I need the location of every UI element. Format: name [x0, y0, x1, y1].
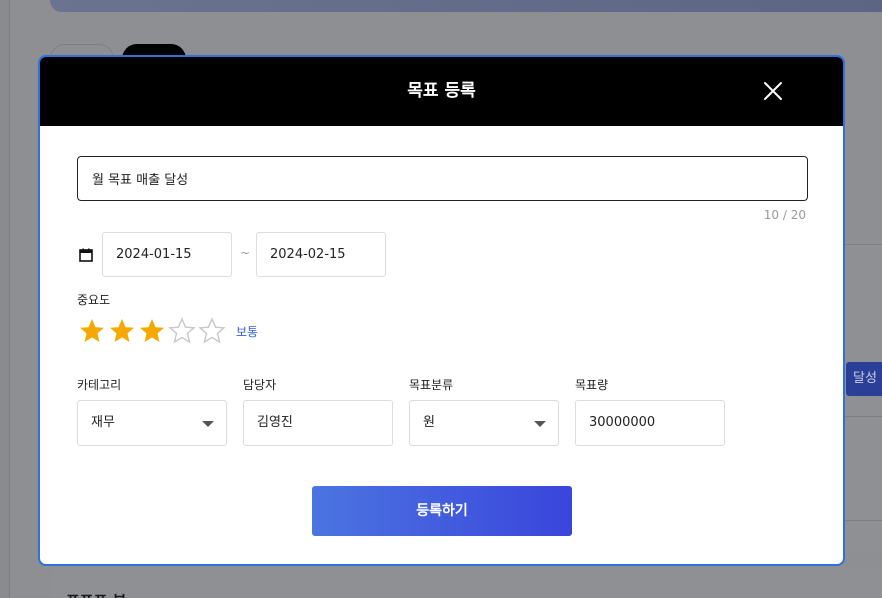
submit-button[interactable]: 등록하기 [312, 486, 572, 536]
date-separator: ~ [240, 246, 251, 260]
background-bottom-card [50, 568, 882, 598]
goal-type-select[interactable]: 원 [409, 400, 559, 446]
category-value: 재무 [91, 415, 115, 430]
owner-value: 김영진 [257, 415, 293, 430]
chevron-down-icon [202, 421, 214, 427]
calendar-icon[interactable] [79, 247, 93, 262]
importance-level-text: 보통 [236, 325, 259, 339]
background-achieve-badge: 달성 [846, 362, 882, 396]
star-icon[interactable] [78, 317, 106, 345]
goal-title-input[interactable] [78, 157, 807, 200]
background-divider [840, 416, 882, 417]
end-date-input[interactable]: 2024-02-15 [256, 232, 386, 277]
goal-amount-label: 목표량 [575, 378, 609, 392]
chevron-down-icon [534, 421, 546, 427]
goal-type-label: 목표분류 [409, 378, 454, 392]
star-icon[interactable] [198, 317, 226, 345]
background-banner [50, 0, 882, 12]
goal-amount-input[interactable]: 30000000 [575, 400, 725, 446]
star-icon[interactable] [108, 317, 136, 345]
char-counter: 10 / 20 [763, 208, 806, 222]
category-label: 카테고리 [77, 378, 122, 392]
star-icon[interactable] [138, 317, 166, 345]
goal-amount-value: 30000000 [589, 415, 656, 430]
goal-type-value: 원 [423, 415, 435, 430]
close-icon[interactable] [763, 81, 783, 101]
owner-label: 담당자 [243, 378, 277, 392]
start-date-input[interactable]: 2024-01-15 [102, 232, 232, 277]
star-icon[interactable] [168, 317, 196, 345]
importance-rating[interactable] [78, 317, 228, 345]
background-bottom-heading: 표표표 부 [66, 590, 126, 598]
category-select[interactable]: 재무 [77, 400, 227, 446]
modal-header: 목표 등록 [40, 57, 843, 126]
importance-label: 중요도 [77, 293, 111, 307]
goal-register-modal: 목표 등록 10 / 20 2024-01-15 ~ 2024-02-15 중요… [38, 55, 845, 566]
goal-title-field [77, 156, 808, 201]
background-sidebar [0, 0, 10, 598]
background-divider [840, 520, 882, 521]
modal-title: 목표 등록 [407, 81, 476, 101]
owner-input[interactable]: 김영진 [243, 400, 393, 446]
